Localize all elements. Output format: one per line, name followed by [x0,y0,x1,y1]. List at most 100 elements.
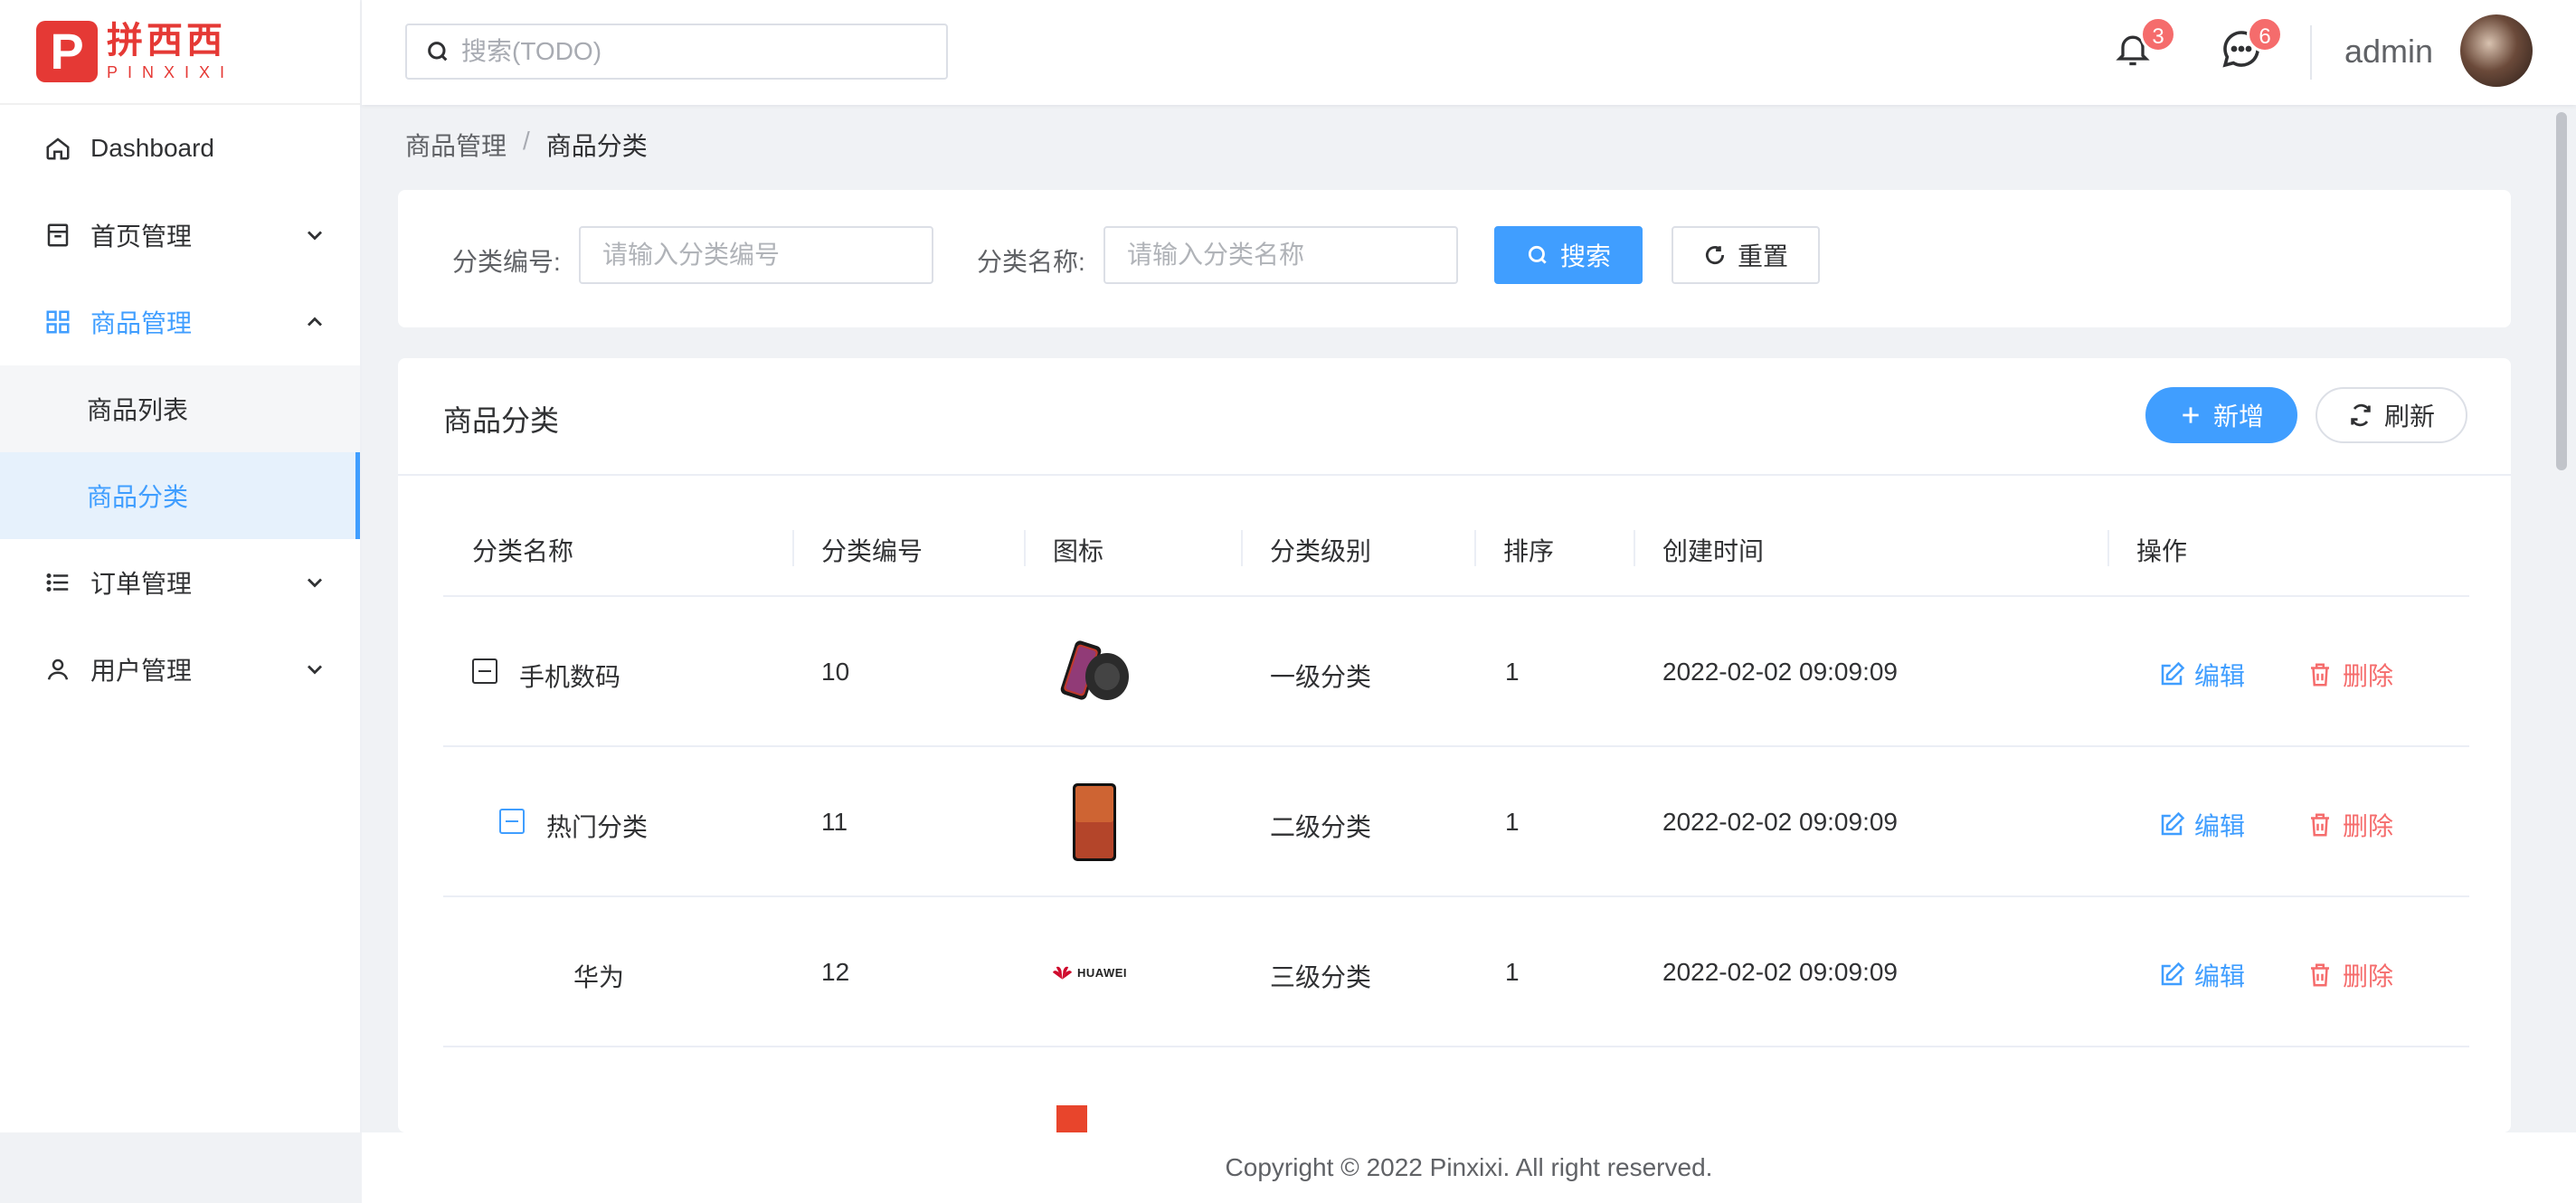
column-header: 分类编号 [821,537,923,565]
app-root: P 拼西西 PINXIXI Dashboard 首页管理 商品管理 商品列表 商… [0,0,2576,1203]
sidebar-item-label: 商品分类 [87,483,189,511]
sidebar-item-user-management[interactable]: 用户管理 [0,626,360,713]
chevron-down-icon [308,578,322,588]
reset-button-label: 重置 [1737,242,1788,270]
collapse-toggle[interactable] [472,658,497,684]
user-icon [43,655,72,684]
notification-badge: 3 [2140,16,2176,52]
trash-icon [2311,663,2329,687]
search-button[interactable]: 搜索 [1494,226,1643,284]
edit-icon [2161,661,2185,686]
table-header-row: 分类名称 分类编号 图标 分类级别 排序 创建时间 操作 [443,497,2469,597]
sidebar-item-dashboard[interactable]: Dashboard [0,105,360,192]
reset-button[interactable]: 重置 [1672,226,1820,284]
footer: Copyright © 2022 Pinxixi. All right rese… [362,1132,2576,1203]
column-header: 分类名称 [472,537,574,565]
search-input[interactable] [461,37,932,66]
avatar[interactable] [2460,14,2533,87]
edit-button[interactable]: 编辑 [2158,957,2245,993]
sidebar: P 拼西西 PINXIXI Dashboard 首页管理 商品管理 商品列表 商… [0,0,362,1132]
category-name: 华为 [573,963,625,991]
table-toolbar: 商品分类 新增 刷新 [398,358,2511,476]
delete-button[interactable]: 删除 [2306,657,2393,693]
breadcrumb-parent[interactable]: 商品管理 [405,127,507,163]
column-header: 分类级别 [1270,537,1372,565]
column-header: 图标 [1053,537,1104,565]
category-name-input[interactable] [1103,226,1458,284]
brand-logo[interactable]: P 拼西西 PINXIXI [0,0,360,105]
sidebar-item-home-management[interactable]: 首页管理 [0,192,360,279]
header-divider [2310,25,2312,80]
layout-icon [43,221,72,250]
sidebar-item-order-management[interactable]: 订单管理 [0,539,360,626]
sidebar-item-label: Dashboard [90,134,214,162]
sidebar-item-label: 商品管理 [90,309,193,337]
message-badge: 6 [2247,16,2283,52]
collapse-toggle[interactable] [499,809,525,834]
breadcrumb-current: 商品分类 [545,132,648,160]
add-button[interactable]: 新增 [2145,387,2297,443]
refresh-button-label: 刷新 [2383,403,2435,431]
notifications-button[interactable]: 3 [2113,16,2176,74]
sidebar-item-product-list[interactable]: 商品列表 [0,365,360,452]
created-time: 2022-02-02 09:09:09 [1662,958,1898,986]
category-name-label: 分类名称: [977,248,1085,276]
grid-icon [43,308,72,336]
category-code: 12 [821,958,850,986]
category-table: 分类名称 分类编号 图标 分类级别 排序 创建时间 操作 手机数码 10 一级分… [443,497,2469,1132]
category-level: 三级分类 [1270,963,1372,991]
username[interactable]: admin [2344,33,2433,71]
created-time: 2022-02-02 09:09:09 [1662,658,1898,686]
plus-icon [2183,407,2199,423]
table-row [443,1047,2469,1132]
add-button-label: 新增 [2212,403,2264,431]
category-code-input[interactable] [579,226,933,284]
trash-icon [2311,963,2329,987]
edit-icon [2161,961,2185,986]
reset-icon [1705,246,1725,265]
global-search[interactable] [405,24,948,80]
edit-button[interactable]: 编辑 [2158,807,2245,843]
trash-icon [2311,813,2329,837]
search-icon [428,42,448,62]
category-level: 二级分类 [1270,813,1372,841]
phone-charger-image [1060,640,1129,700]
huawei-logo: HUAWEI [1051,932,1127,1013]
table-row: 华为 12 HUAWEI 三级分类 1 2022-02-02 09:09:09 [443,897,2469,1047]
search-button-label: 搜索 [1559,242,1611,270]
edit-icon [2161,811,2185,836]
breadcrumb-separator: / [523,127,530,155]
sidebar-item-product-category[interactable]: 商品分类 [0,452,360,539]
product-submenu: 商品列表 商品分类 [0,365,360,539]
page-scrollbar[interactable] [2552,109,2569,1132]
copyright-text: Copyright © 2022 Pinxixi. All right rese… [1225,1153,1713,1181]
search-icon [1528,245,1547,264]
chevron-up-icon [308,317,322,327]
sidebar-item-label: 用户管理 [90,657,193,685]
edit-button[interactable]: 编辑 [2158,657,2245,693]
refresh-icon [2351,403,2371,427]
delete-button[interactable]: 删除 [2306,807,2393,843]
refresh-button[interactable]: 刷新 [2316,387,2467,443]
home-icon [43,134,72,163]
category-code: 10 [821,658,850,686]
table-row: 热门分类 11 二级分类 1 2022-02-02 09:09:09 编辑 删除 [443,747,2469,897]
scrollbar-thumb[interactable] [2556,112,2567,470]
sidebar-item-product-management[interactable]: 商品管理 [0,279,360,365]
logo-mark: P [36,21,98,82]
created-time: 2022-02-02 09:09:09 [1662,808,1898,836]
smartphone-image [1073,783,1116,861]
column-header: 排序 [1503,537,1555,565]
brand-name: 拼西西 [107,21,226,61]
brand-name-en: PINXIXI [107,63,235,81]
category-sort: 1 [1505,658,1520,686]
partial-image [1056,1105,1087,1132]
delete-button[interactable]: 删除 [2306,957,2393,993]
category-table-card: 商品分类 新增 刷新 分类名称 分类编号 图标 分类级别 排序 创建时间 操作 … [398,358,2511,1132]
chevron-down-icon [308,231,322,241]
sidebar-item-label: 首页管理 [90,223,193,251]
messages-button[interactable]: 6 [2220,16,2283,74]
column-header: 操作 [2136,537,2188,565]
category-code: 11 [821,808,848,836]
sidebar-item-label: 商品列表 [87,396,189,424]
